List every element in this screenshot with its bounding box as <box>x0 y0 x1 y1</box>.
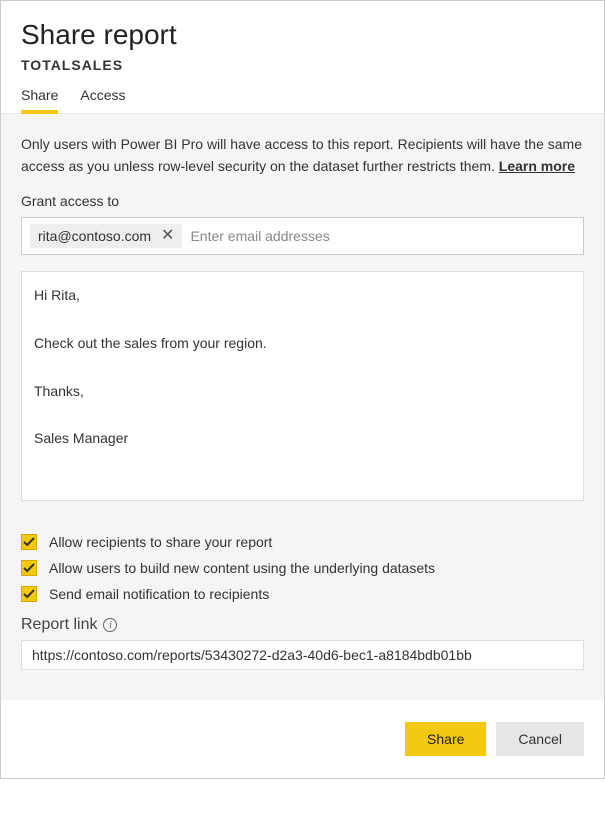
email-input[interactable] <box>190 228 575 244</box>
info-icon[interactable]: i <box>103 618 117 632</box>
option-send-email: Send email notification to recipients <box>21 586 584 602</box>
remove-chip-icon[interactable]: ✕ <box>161 228 174 244</box>
checkbox-send-email[interactable] <box>21 586 37 602</box>
checkbox-label: Allow recipients to share your report <box>49 534 272 550</box>
info-text: Only users with Power BI Pro will have a… <box>21 134 584 177</box>
dialog-footer: Share Cancel <box>1 700 604 778</box>
checkmark-icon <box>23 588 35 600</box>
report-name: TOTALSALES <box>21 57 584 73</box>
tab-share[interactable]: Share <box>21 87 58 113</box>
email-chip: rita@contoso.com ✕ <box>30 224 182 248</box>
email-address-field[interactable]: rita@contoso.com ✕ <box>21 217 584 255</box>
checkbox-label: Allow users to build new content using t… <box>49 560 435 576</box>
dialog-body: Only users with Power BI Pro will have a… <box>1 114 604 700</box>
option-allow-build: Allow users to build new content using t… <box>21 560 584 576</box>
share-button[interactable]: Share <box>405 722 486 756</box>
dialog-header: Share report TOTALSALES <box>1 1 604 73</box>
tab-access[interactable]: Access <box>80 87 125 113</box>
option-allow-reshare: Allow recipients to share your report <box>21 534 584 550</box>
cancel-button[interactable]: Cancel <box>496 722 584 756</box>
report-link-label: Report link i <box>21 616 584 634</box>
checkbox-allow-build[interactable] <box>21 560 37 576</box>
tab-bar: Share Access <box>1 87 604 114</box>
email-chip-text: rita@contoso.com <box>38 228 151 244</box>
checkbox-allow-reshare[interactable] <box>21 534 37 550</box>
share-report-dialog: Share report TOTALSALES Share Access Onl… <box>0 0 605 779</box>
dialog-title: Share report <box>21 19 584 51</box>
checkmark-icon <box>23 536 35 548</box>
grant-access-label: Grant access to <box>21 193 584 209</box>
checkbox-label: Send email notification to recipients <box>49 586 269 602</box>
checkmark-icon <box>23 562 35 574</box>
report-link-label-text: Report link <box>21 616 97 634</box>
message-textarea[interactable] <box>21 271 584 501</box>
report-link-input[interactable] <box>21 640 584 670</box>
learn-more-link[interactable]: Learn more <box>499 158 575 174</box>
